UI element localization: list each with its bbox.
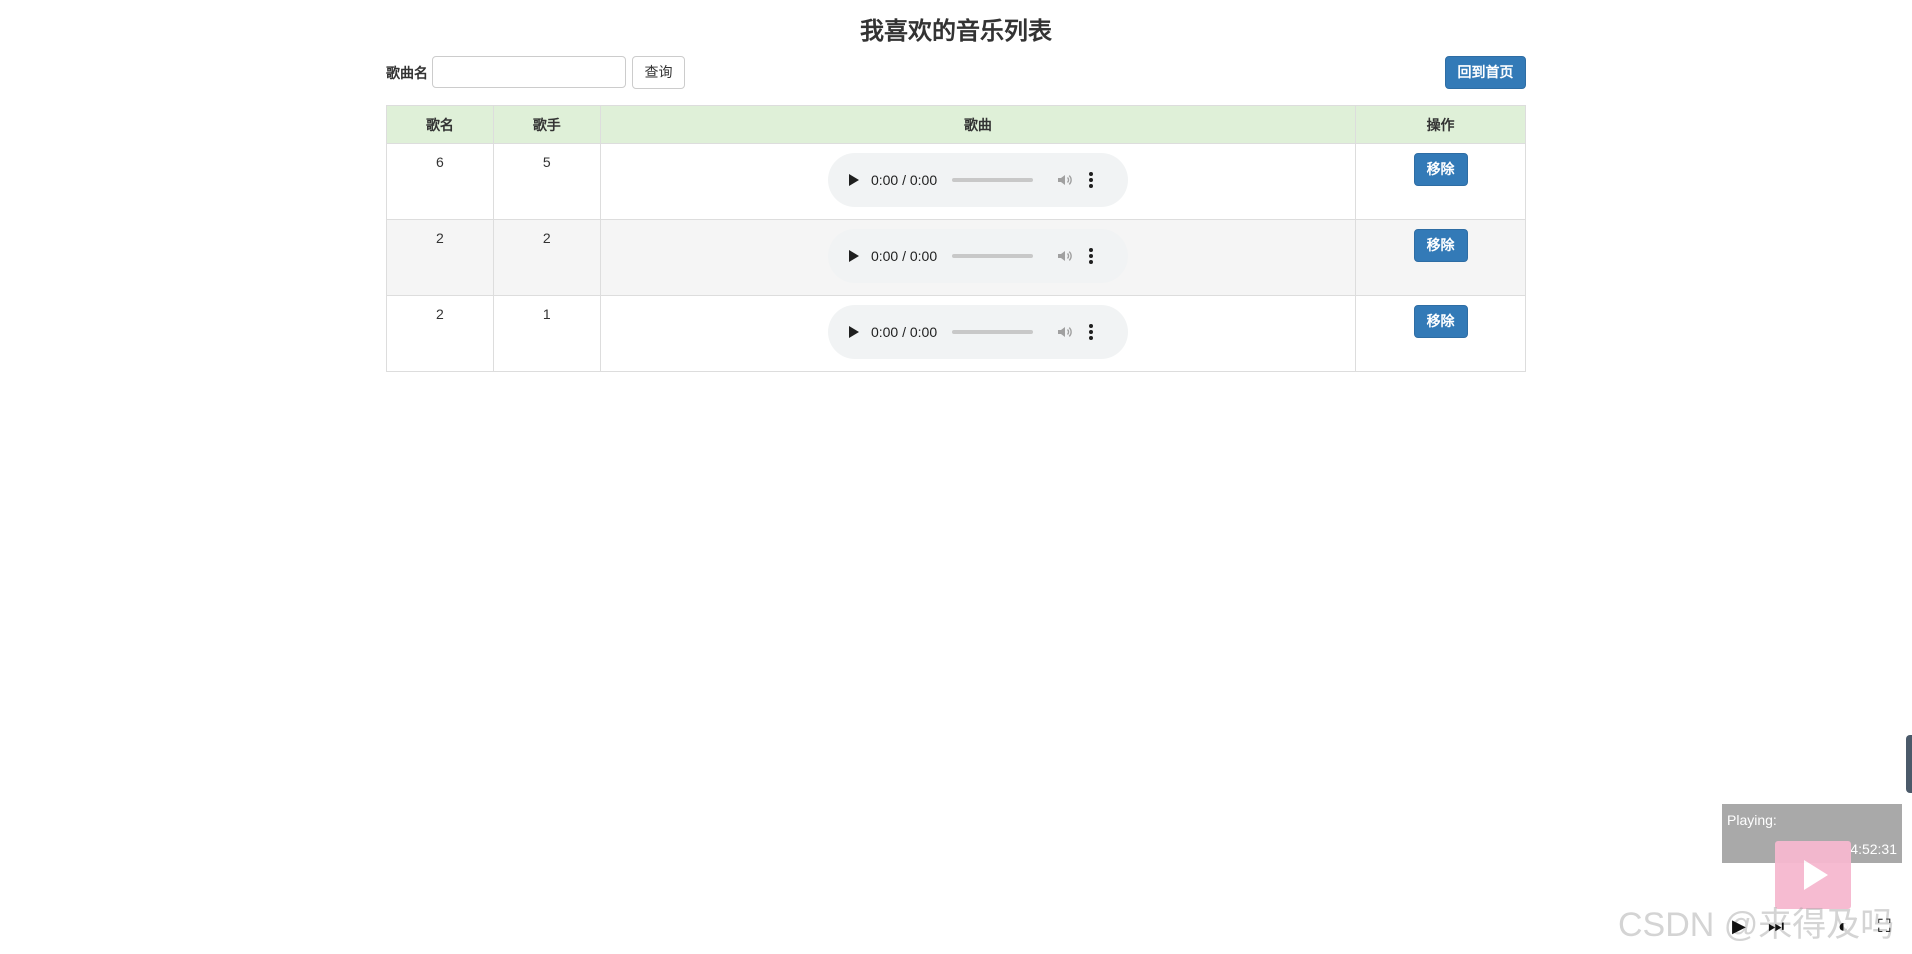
remove-button[interactable]: 移除 [1413,153,1468,186]
more-options-icon[interactable] [1089,324,1094,340]
mini-player-status: Playing: [1727,812,1777,828]
mini-player-controls: ▶ ⏭ ◐ ⛶ [1722,914,1912,940]
fullscreen-icon[interactable]: ⛶ [1878,916,1891,936]
back-to-home-button[interactable]: 回到首页 [1445,56,1526,89]
volume-icon[interactable] [1057,172,1073,188]
table-row: 6 5 0:00 / 0:00 移除 [386,143,1526,220]
page-title: 我喜欢的音乐列表 [860,18,1052,45]
play-icon[interactable] [848,326,859,338]
cell-song-name: 6 [386,143,494,220]
audio-player[interactable]: 0:00 / 0:00 [827,153,1128,207]
cell-action: 移除 [1355,143,1526,220]
cell-audio: 0:00 / 0:00 [599,295,1357,372]
more-options-icon[interactable] [1089,248,1094,264]
query-button[interactable]: 查询 [632,56,685,89]
more-options-icon[interactable] [1089,172,1094,188]
audio-progress-bar[interactable] [952,178,1034,182]
cell-audio: 0:00 / 0:00 [599,219,1357,296]
cell-singer: 2 [492,219,601,296]
header-song-name: 歌名 [386,105,494,144]
volume-icon[interactable]: ◐ [1838,916,1849,936]
table-row: 2 1 0:00 / 0:00 移除 [386,295,1526,372]
play-icon[interactable]: ▶ [1732,916,1746,936]
cell-song-name: 2 [386,295,494,372]
cell-action: 移除 [1355,295,1526,372]
audio-player[interactable]: 0:00 / 0:00 [827,229,1128,283]
header-song: 歌曲 [599,105,1357,144]
cell-singer: 1 [492,295,601,372]
play-icon [1804,860,1828,890]
audio-time: 0:00 / 0:00 [870,172,938,188]
header-action: 操作 [1355,105,1526,144]
cell-song-name: 2 [386,219,494,296]
side-panel-tab[interactable] [1906,735,1912,793]
play-icon[interactable] [848,250,859,262]
audio-progress-bar[interactable] [952,254,1034,258]
cell-audio: 0:00 / 0:00 [599,143,1357,220]
music-table: 歌名 歌手 歌曲 操作 6 5 0:00 / 0:00 移除 2 2 0:00 … [386,105,1526,372]
audio-player[interactable]: 0:00 / 0:00 [827,305,1128,359]
cell-action: 移除 [1355,219,1526,296]
cell-singer: 5 [492,143,601,220]
audio-progress-bar[interactable] [952,330,1034,334]
search-label: 歌曲名 [386,65,428,81]
remove-button[interactable]: 移除 [1413,229,1468,262]
audio-time: 0:00 / 0:00 [870,324,938,340]
audio-time: 0:00 / 0:00 [870,248,938,264]
song-name-input[interactable] [432,56,626,88]
header-singer: 歌手 [492,105,601,144]
play-icon[interactable] [848,174,859,186]
remove-button[interactable]: 移除 [1413,305,1468,338]
search-bar: 歌曲名 查询 回到首页 [386,55,1526,90]
table-header-row: 歌名 歌手 歌曲 操作 [386,105,1526,144]
skip-icon[interactable]: ⏭ [1768,916,1784,936]
volume-icon[interactable] [1057,248,1073,264]
mini-player-time: 4:52:31 [1850,841,1897,857]
volume-icon[interactable] [1057,324,1073,340]
table-row: 2 2 0:00 / 0:00 移除 [386,219,1526,296]
